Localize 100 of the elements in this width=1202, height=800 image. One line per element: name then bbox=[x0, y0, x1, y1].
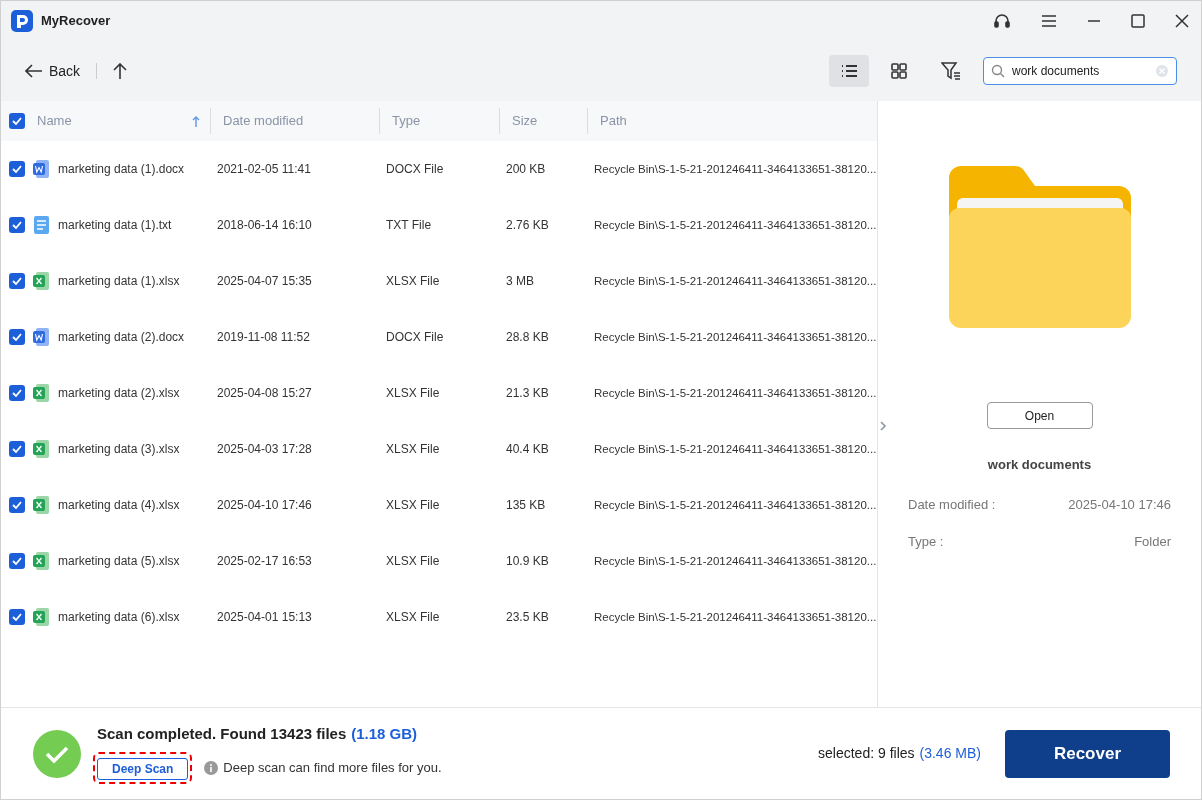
headset-icon[interactable] bbox=[993, 12, 1011, 30]
path-cell: Recycle Bin\S-1-5-21-201246411-3464133651-38120... bbox=[594, 162, 877, 175]
date-cell: 2021-02-05 11:41 bbox=[217, 162, 311, 176]
checkbox[interactable] bbox=[9, 161, 25, 177]
hint-text: Deep scan can find more files for you. bbox=[223, 759, 442, 777]
selected-size: (3.46 MB) bbox=[919, 744, 981, 763]
spreadsheet-file-icon bbox=[33, 440, 49, 458]
info-icon bbox=[204, 760, 219, 775]
date-cell: 2025-04-07 15:35 bbox=[217, 274, 312, 288]
size-cell: 3 MB bbox=[506, 274, 534, 288]
checkbox[interactable] bbox=[9, 217, 25, 233]
checkmark-icon bbox=[12, 221, 22, 229]
file-name[interactable]: marketing data (3).xlsx bbox=[58, 440, 180, 458]
size-cell: 21.3 KB bbox=[506, 386, 549, 400]
detail-value: Folder bbox=[1134, 533, 1171, 551]
spreadsheet-file-icon bbox=[33, 272, 49, 290]
checkmark-icon bbox=[12, 445, 22, 453]
type-cell: XLSX File bbox=[386, 554, 440, 568]
date-cell: 2025-04-01 15:13 bbox=[217, 610, 312, 624]
checkbox[interactable] bbox=[9, 609, 25, 625]
detail-value: 2025-04-10 17:46 bbox=[1068, 495, 1171, 514]
list-icon bbox=[840, 62, 858, 80]
back-button[interactable]: Back bbox=[25, 60, 81, 82]
type-cell: XLSX File bbox=[386, 498, 440, 512]
path-cell: Recycle Bin\S-1-5-21-201246411-3464133651-38120... bbox=[594, 498, 877, 511]
spreadsheet-file-icon bbox=[33, 384, 49, 402]
path-cell: Recycle Bin\S-1-5-21-201246411-3464133651-38120... bbox=[594, 274, 877, 287]
size-cell: 2.76 KB bbox=[506, 218, 549, 232]
spreadsheet-file-icon bbox=[33, 608, 49, 626]
date-cell: 2019-11-08 11:52 bbox=[217, 330, 310, 344]
size-cell: 10.9 KB bbox=[506, 554, 549, 568]
word-file-icon bbox=[33, 328, 49, 346]
path-cell: Recycle Bin\S-1-5-21-201246411-3464133651-38120... bbox=[594, 442, 877, 455]
checkmark-icon bbox=[12, 165, 22, 173]
checkmark-icon bbox=[12, 501, 22, 509]
app-logo-icon bbox=[11, 10, 33, 32]
list-view-button[interactable] bbox=[829, 55, 869, 87]
filter-icon[interactable] bbox=[941, 62, 961, 80]
selected-count: selected: 9 files bbox=[818, 744, 915, 763]
detail-label: Date modified : bbox=[908, 495, 996, 514]
deep-scan-button[interactable]: Deep Scan bbox=[97, 757, 189, 780]
checkmark-icon bbox=[12, 277, 22, 285]
sort-arrow-icon[interactable] bbox=[192, 115, 200, 127]
success-check-icon bbox=[33, 729, 81, 778]
checkbox[interactable] bbox=[9, 441, 25, 457]
maximize-icon[interactable] bbox=[1131, 14, 1145, 28]
type-cell: XLSX File bbox=[386, 274, 440, 288]
arrow-up-icon[interactable] bbox=[113, 63, 128, 79]
size-cell: 200 KB bbox=[506, 162, 546, 176]
file-name[interactable]: marketing data (1).xlsx bbox=[58, 272, 180, 290]
spreadsheet-file-icon bbox=[33, 552, 49, 570]
folder-icon bbox=[948, 166, 1131, 328]
path-cell: Recycle Bin\S-1-5-21-201246411-3464133651-38120... bbox=[594, 330, 877, 343]
type-cell: TXT File bbox=[386, 218, 432, 232]
file-name[interactable]: marketing data (2).docx bbox=[58, 328, 185, 346]
search-icon bbox=[991, 64, 1005, 78]
checkmark-icon bbox=[12, 389, 22, 397]
type-cell: DOCX File bbox=[386, 162, 444, 176]
date-cell: 2025-04-08 15:27 bbox=[217, 386, 312, 400]
path-cell: Recycle Bin\S-1-5-21-201246411-3464133651-38120... bbox=[594, 386, 877, 399]
file-name[interactable]: marketing data (6).xlsx bbox=[58, 608, 180, 626]
menu-icon[interactable] bbox=[1041, 14, 1057, 28]
checkmark-icon bbox=[12, 557, 22, 565]
path-cell: Recycle Bin\S-1-5-21-201246411-3464133651-38120... bbox=[594, 218, 877, 231]
detail-label: Type : bbox=[908, 533, 944, 551]
path-cell: Recycle Bin\S-1-5-21-201246411-3464133651-38120... bbox=[594, 554, 877, 567]
scan-size-text: (1.18 GB) bbox=[351, 724, 418, 745]
window-title: MyRecover bbox=[41, 12, 111, 31]
type-cell: XLSX File bbox=[386, 386, 440, 400]
checkbox[interactable] bbox=[9, 273, 25, 289]
type-cell: XLSX File bbox=[386, 610, 440, 624]
checkbox[interactable] bbox=[9, 113, 25, 129]
search-field[interactable]: work documents bbox=[983, 57, 1177, 85]
file-name[interactable]: marketing data (1).txt bbox=[58, 216, 172, 234]
folder-name: work documents bbox=[987, 456, 1092, 474]
type-cell: DOCX File bbox=[386, 330, 444, 344]
file-name[interactable]: marketing data (1).docx bbox=[58, 160, 185, 178]
checkbox[interactable] bbox=[9, 497, 25, 513]
spreadsheet-file-icon bbox=[33, 496, 49, 514]
file-name[interactable]: marketing data (5).xlsx bbox=[58, 552, 180, 570]
close-icon[interactable] bbox=[1175, 14, 1189, 28]
checkmark-icon bbox=[12, 613, 22, 621]
checkbox[interactable] bbox=[9, 385, 25, 401]
file-name[interactable]: marketing data (2).xlsx bbox=[58, 384, 180, 402]
date-cell: 2025-02-17 16:53 bbox=[217, 554, 312, 568]
size-cell: 28.8 KB bbox=[506, 330, 549, 344]
chevron-right-icon[interactable] bbox=[880, 421, 887, 431]
checkmark-icon bbox=[12, 117, 22, 125]
open-button[interactable]: Open bbox=[986, 402, 1093, 429]
text-file-icon bbox=[33, 216, 49, 234]
checkbox[interactable] bbox=[9, 329, 25, 345]
arrow-left-icon bbox=[25, 64, 43, 78]
file-name[interactable]: marketing data (4).xlsx bbox=[58, 496, 180, 514]
grid-icon bbox=[890, 62, 908, 80]
recover-button[interactable]: Recover bbox=[1005, 729, 1170, 778]
word-file-icon bbox=[33, 160, 49, 178]
checkbox[interactable] bbox=[9, 553, 25, 569]
path-cell: Recycle Bin\S-1-5-21-201246411-3464133651-38120... bbox=[594, 610, 877, 623]
checkmark-icon bbox=[12, 333, 22, 341]
scan-status-text: Scan completed. Found 13423 files bbox=[97, 724, 347, 745]
